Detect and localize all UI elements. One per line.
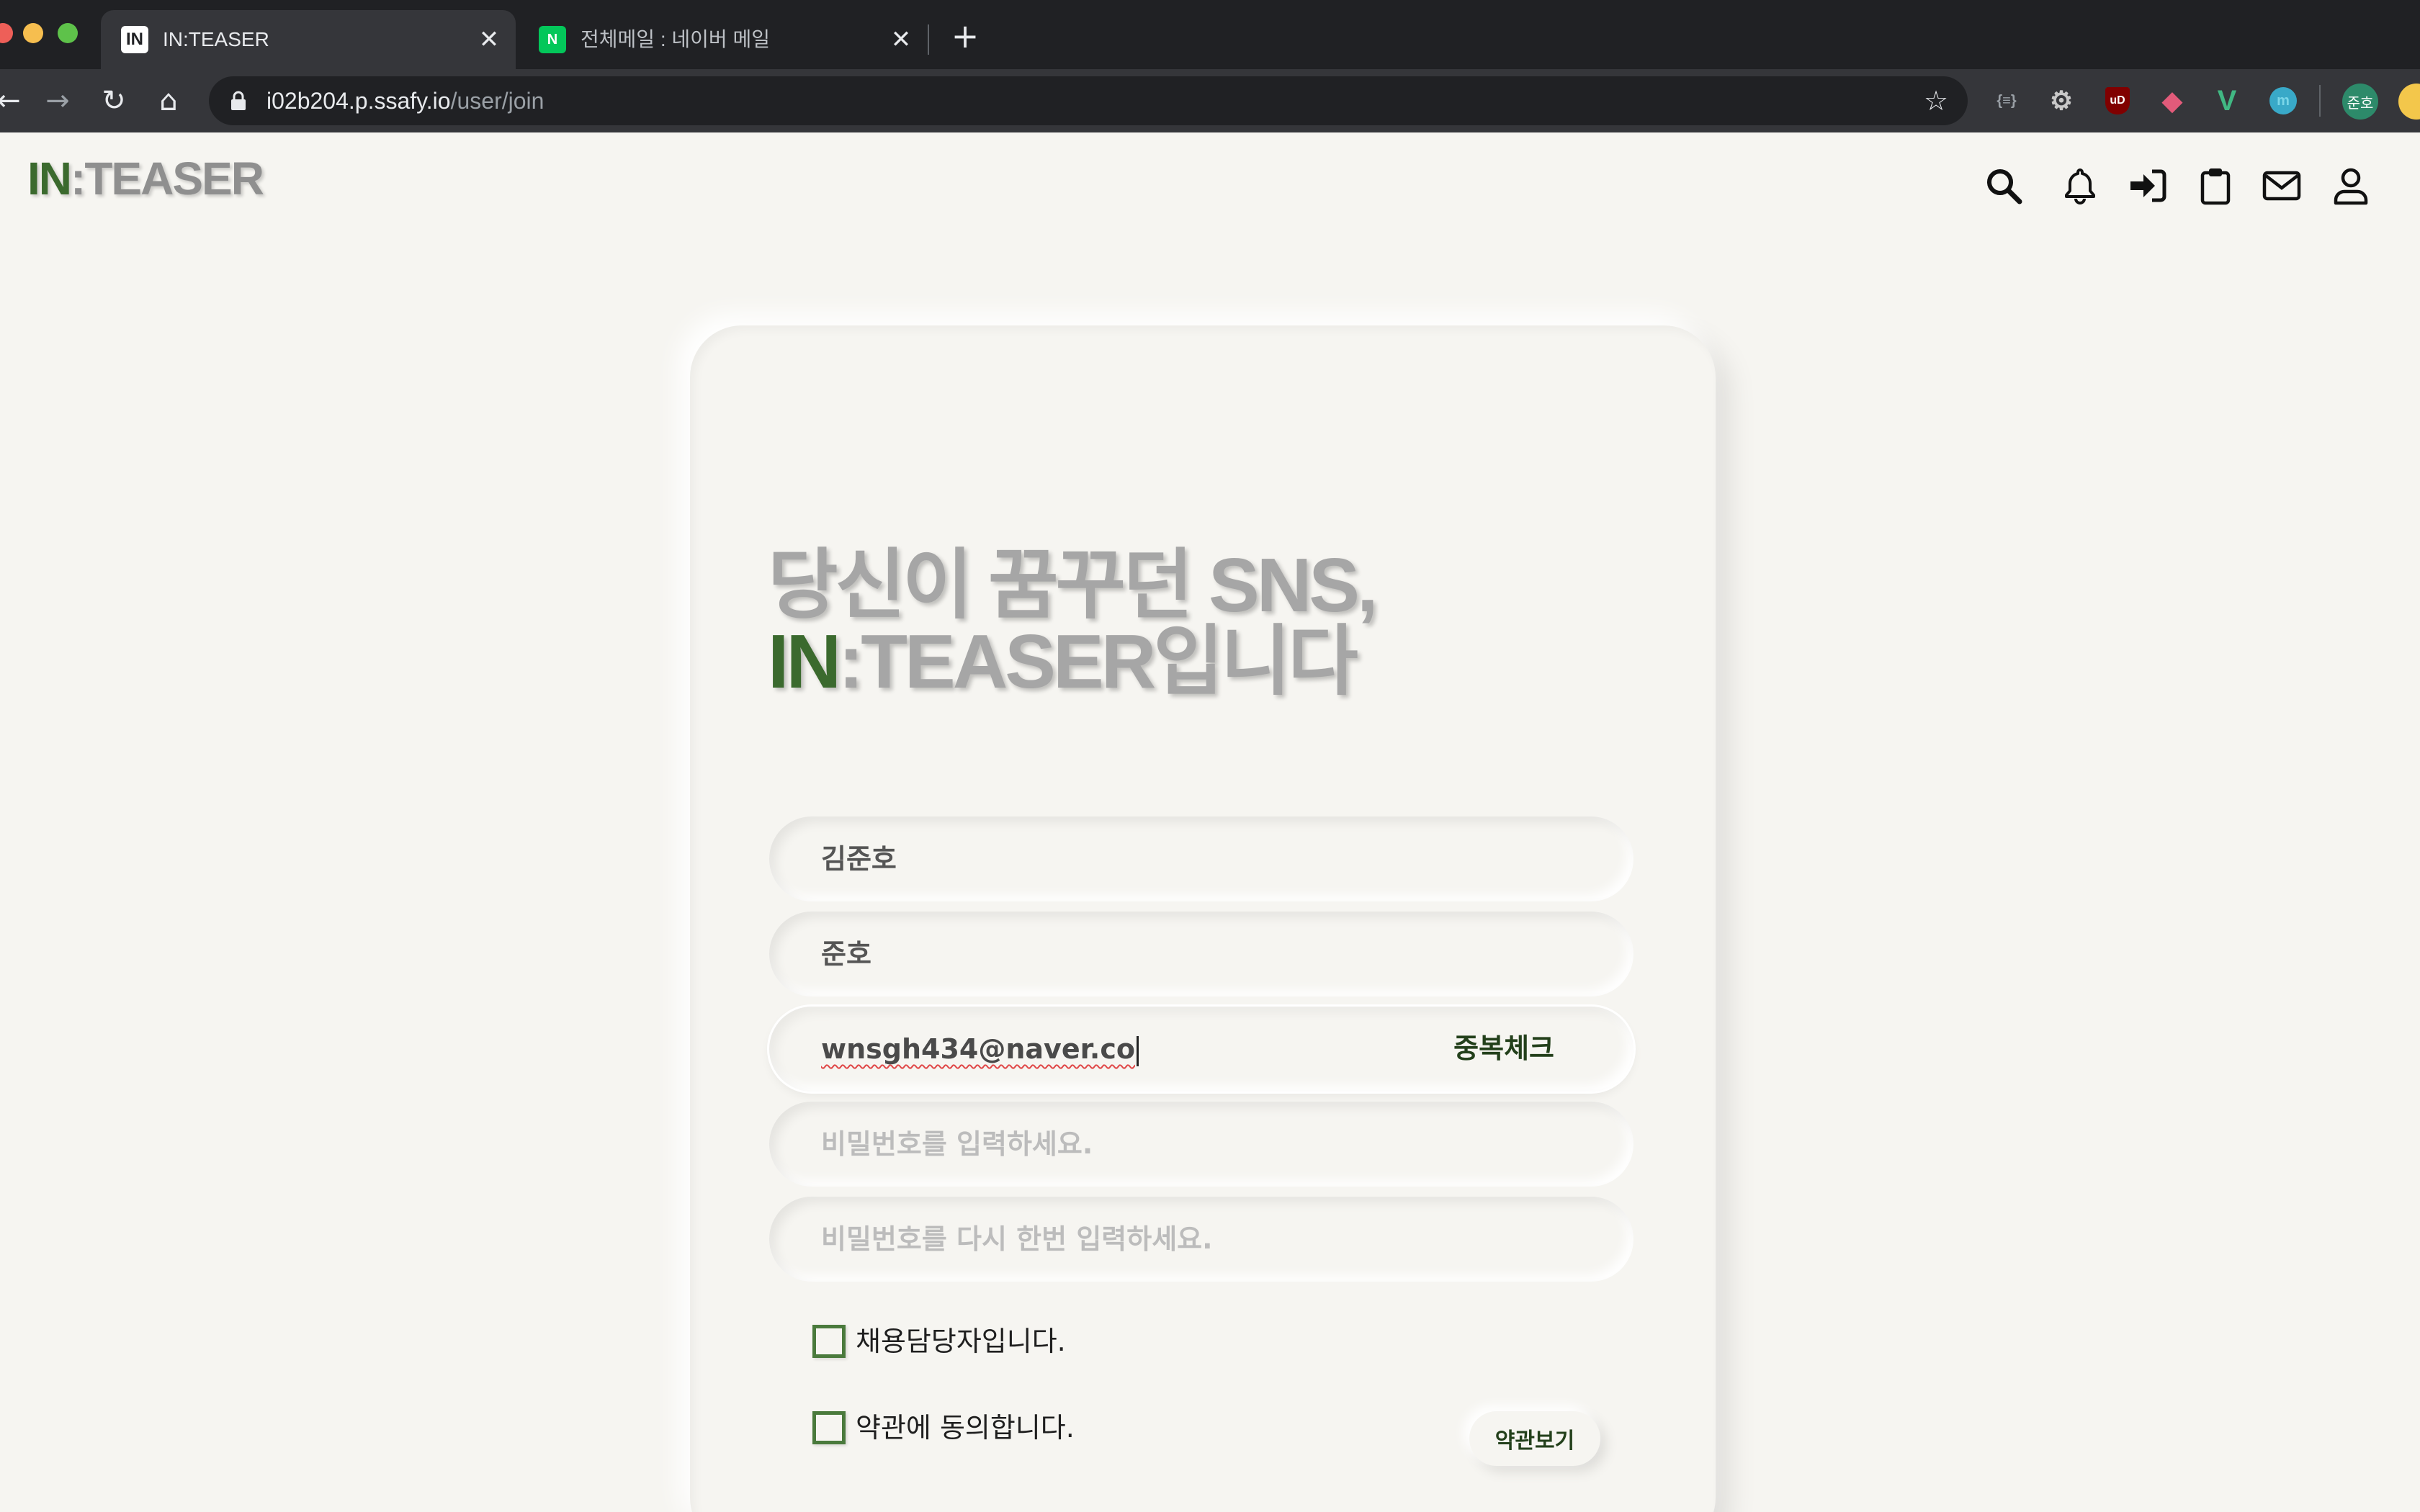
tab-divider — [928, 24, 929, 55]
name-value: 김준호 — [821, 843, 897, 875]
email-value: wnsgh434@naver.co — [821, 1033, 1135, 1065]
minimize-window-button[interactable] — [23, 23, 43, 43]
close-tab-icon[interactable]: ✕ — [887, 26, 915, 53]
nickname-input[interactable]: 준호 — [769, 912, 1634, 996]
sign-in-icon[interactable] — [2125, 163, 2171, 209]
naver-mail-favicon-icon: N — [539, 26, 566, 53]
hero-line2: IN:TEASER입니다 — [768, 624, 1375, 700]
back-arrow-icon[interactable]: ← — [0, 82, 27, 120]
forward-arrow-icon[interactable]: → — [39, 82, 76, 120]
cube-extension-icon[interactable]: ◆ — [2156, 85, 2188, 117]
recruiter-checkbox-row[interactable]: 채용담당자입니다. — [812, 1325, 1066, 1358]
ublock-label: uD — [2105, 87, 2130, 114]
logo-in: IN — [27, 153, 72, 204]
tab-title: IN:TEASER — [163, 28, 269, 50]
hero-title: 당신이 꿈꾸던 SNS, IN:TEASER입니다 — [768, 547, 1378, 700]
bell-icon[interactable] — [2057, 163, 2103, 209]
name-input[interactable]: 김준호 — [769, 816, 1634, 901]
url-path: /user/join — [450, 88, 544, 114]
toolbar-divider — [2319, 85, 2321, 117]
settings-extension-icon[interactable]: ⚙ — [2045, 85, 2077, 117]
vue-devtools-extension-icon[interactable]: V — [2211, 85, 2243, 117]
email-text: wnsgh434@naver.co — [821, 1032, 1139, 1066]
recruiter-checkbox[interactable] — [812, 1325, 846, 1358]
close-tab-icon[interactable]: ✕ — [475, 26, 503, 53]
text-caret — [1136, 1035, 1139, 1066]
browser-tab-bar: IN IN:TEASER ✕ N 전체메일 : 네이버 메일 ✕ + — [0, 0, 2420, 69]
lock-icon — [231, 91, 246, 110]
site-logo[interactable]: IN:TEASER — [27, 153, 264, 204]
new-tab-button[interactable]: + — [949, 19, 981, 53]
bookmark-star-icon[interactable]: ☆ — [1920, 85, 1952, 117]
email-input[interactable]: wnsgh434@naver.co 중복체크 — [769, 1007, 1634, 1092]
envelope-icon[interactable] — [2259, 163, 2305, 209]
clipboard-icon[interactable] — [2192, 163, 2238, 209]
json-viewer-extension-icon[interactable]: {≡} — [1991, 85, 2022, 117]
search-icon[interactable] — [1981, 163, 2027, 209]
terms-checkbox-row[interactable]: 약관에 동의합니다. — [812, 1411, 1075, 1444]
profile-avatar[interactable]: 준호 — [2342, 84, 2378, 120]
password-confirm-placeholder: 비밀번호를 다시 한번 입력하세요. — [821, 1223, 1213, 1255]
terms-checkbox[interactable] — [812, 1411, 846, 1444]
tab-naver-mail[interactable]: N 전체메일 : 네이버 메일 ✕ — [519, 10, 928, 69]
user-icon[interactable] — [2328, 163, 2374, 209]
hero-rest: :TEASER입니다 — [838, 619, 1358, 704]
terms-checkbox-label: 약관에 동의합니다. — [856, 1412, 1075, 1444]
duplicate-check-button[interactable]: 중복체크 — [1453, 1031, 1554, 1066]
tab-title: 전체메일 : 네이버 메일 — [581, 28, 770, 50]
address-bar[interactable]: i02b204.p.ssafy.io/user/join ☆ — [209, 76, 1968, 125]
ublock-extension-icon[interactable]: uD — [2102, 85, 2133, 117]
hero-in: IN — [768, 619, 841, 704]
m-extension-label: m — [2269, 87, 2297, 114]
recruiter-checkbox-label: 채용담당자입니다. — [856, 1326, 1066, 1357]
inteaser-favicon-icon: IN — [121, 26, 148, 53]
close-window-button[interactable] — [0, 23, 13, 43]
view-terms-button[interactable]: 약관보기 — [1469, 1411, 1600, 1466]
hero-line1: 당신이 꿈꾸던 SNS, — [768, 543, 1378, 628]
reload-icon[interactable]: ↻ — [95, 82, 133, 120]
password-confirm-input[interactable]: 비밀번호를 다시 한번 입력하세요. — [769, 1197, 1634, 1282]
nickname-value: 준호 — [821, 938, 871, 970]
tab-inteaser[interactable]: IN IN:TEASER ✕ — [101, 10, 516, 69]
m-extension-icon[interactable]: m — [2267, 85, 2299, 117]
password-input[interactable]: 비밀번호를 입력하세요. — [769, 1102, 1634, 1187]
url-host: i02b204.p.ssafy.io — [266, 88, 451, 114]
url-text: i02b204.p.ssafy.io/user/join — [266, 86, 544, 115]
logo-rest: :TEASER — [71, 153, 264, 204]
home-icon[interactable]: ⌂ — [150, 82, 187, 120]
maximize-window-button[interactable] — [58, 23, 78, 43]
password-placeholder: 비밀번호를 입력하세요. — [821, 1128, 1093, 1160]
